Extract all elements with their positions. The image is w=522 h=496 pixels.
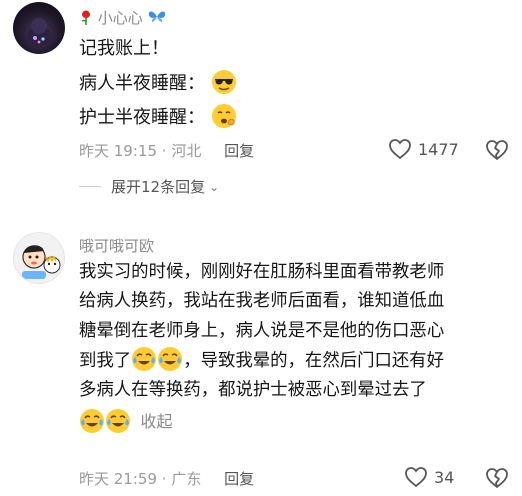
- comment-line-3: 糖晕倒在老师身上，病人说是不是他的伤口恶心: [79, 320, 445, 341]
- collapse-button[interactable]: 收起: [141, 412, 173, 431]
- cry-laugh-emoji: [131, 346, 157, 372]
- broken-heart-icon: [486, 140, 508, 160]
- heart-outline-icon: [389, 139, 411, 160]
- comment-line-2: 给病人换药，我站在我老师后面看，谁知道低血: [79, 291, 445, 312]
- avatar-image: [22, 245, 61, 279]
- chevron-down-icon: ⌄: [209, 179, 220, 194]
- avatar-image: [27, 18, 51, 46]
- username-text: 小心心: [97, 9, 143, 27]
- comment-text: 我实习的时候，刚刚好在肛肠科里面看带教老师 给病人换药，我站在我老师后面看，谁知…: [79, 258, 509, 439]
- like-count: 34: [434, 467, 455, 487]
- dislike-button[interactable]: [485, 467, 509, 489]
- comment-line-5: 多病人在等换药，都说护士被恶心到晕过去了: [79, 380, 427, 401]
- reply-button[interactable]: 回复: [224, 142, 254, 160]
- rose-icon: [79, 9, 93, 29]
- comment-line-1: 记我账上！: [79, 38, 169, 59]
- cry-laugh-emoji: [79, 408, 105, 434]
- comment-meta: 昨天 19:15 · 河北 回复: [79, 142, 255, 160]
- username[interactable]: 哦可哦可欧: [79, 235, 154, 256]
- cry-laugh-emoji: [105, 408, 131, 434]
- comment-line-6: 收起: [79, 407, 509, 438]
- comment-line-2: 病人半夜睡醒：: [79, 69, 237, 98]
- reply-button[interactable]: 回复: [224, 470, 254, 488]
- comment-line-1: 我实习的时候，刚刚好在肛肠科里面看带教老师: [79, 262, 445, 282]
- comment-line-3: 护士半夜睡醒：: [79, 103, 237, 132]
- dislike-button[interactable]: [485, 139, 509, 161]
- comment-line-4: 到我了 ，导致我晕的，在然后门口还有好: [79, 346, 509, 376]
- sunglasses-face-emoji: [211, 69, 237, 95]
- broken-heart-icon: [486, 468, 508, 488]
- cry-laugh-emoji: [157, 346, 183, 372]
- divider: [79, 186, 101, 187]
- like-count: 1477: [418, 139, 459, 159]
- like-button[interactable]: 34: [404, 466, 454, 488]
- username[interactable]: 小心心: [79, 7, 166, 29]
- avatar[interactable]: [13, 232, 65, 284]
- yawning-face-emoji: [211, 103, 237, 129]
- avatar[interactable]: [13, 2, 65, 54]
- comment-meta: 昨天 21:59 · 广东 回复: [79, 470, 255, 488]
- heart-outline-icon: [405, 467, 427, 488]
- like-button[interactable]: 1477: [388, 138, 459, 160]
- expand-replies-label: 展开12条回复: [111, 178, 206, 196]
- expand-replies-button[interactable]: 展开12条回复 ⌄: [79, 176, 219, 197]
- butterfly-icon: [148, 9, 166, 29]
